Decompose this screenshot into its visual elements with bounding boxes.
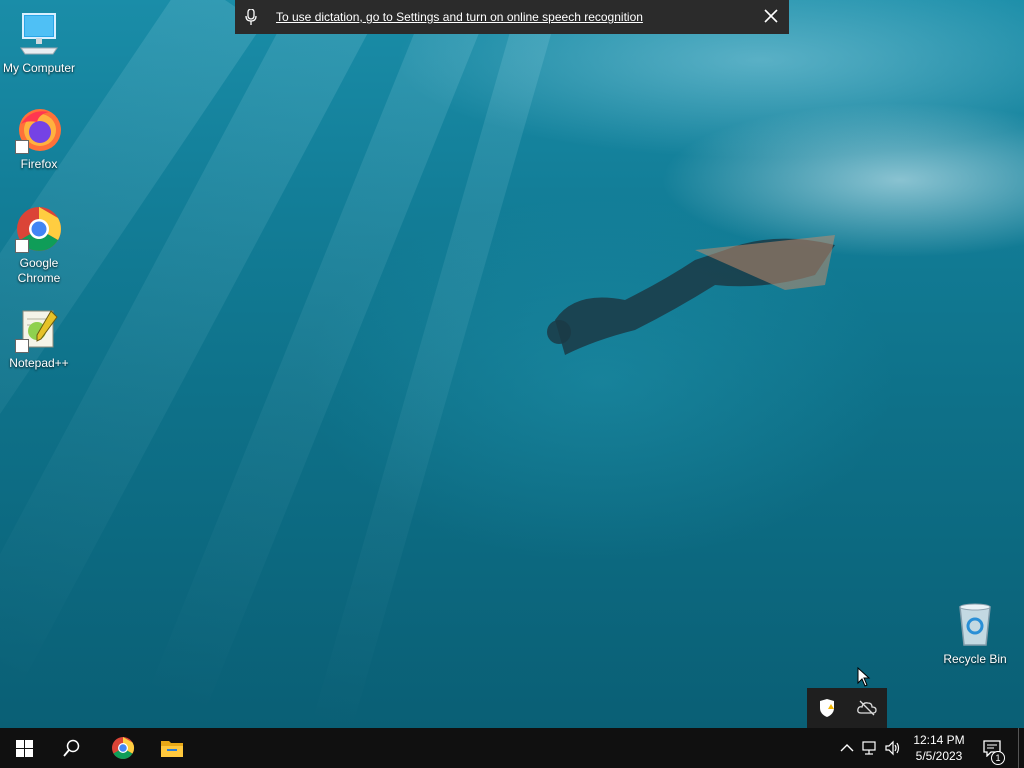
taskbar-edge-divider[interactable] — [1018, 728, 1019, 768]
taskbar-file-explorer-button[interactable] — [148, 728, 196, 768]
search-button[interactable] — [48, 728, 96, 768]
show-hidden-icons-chevron-up-icon[interactable] — [839, 740, 855, 756]
recycle-bin-icon — [951, 601, 999, 649]
taskbar-chrome-button[interactable] — [99, 728, 147, 768]
desktop-icon-label: Google Chrome — [17, 256, 61, 285]
mouse-cursor-icon — [857, 667, 871, 687]
desktop-icon-my-computer[interactable]: My Computer — [1, 10, 77, 76]
clock-date: 5/5/2023 — [915, 749, 963, 763]
desktop-icon-label: Notepad++ — [9, 356, 69, 370]
close-icon[interactable] — [763, 8, 779, 24]
diver-image — [547, 235, 835, 355]
desktop-icon-notepad-plus-plus[interactable]: Notepad++ — [1, 305, 77, 371]
desktop-icon-label: My Computer — [2, 61, 76, 75]
computer-icon — [15, 10, 63, 58]
microphone-icon — [245, 8, 257, 28]
dictation-settings-link[interactable]: To use dictation, go to Settings and tur… — [276, 10, 643, 24]
chrome-icon — [15, 205, 63, 253]
shortcut-arrow-icon — [15, 339, 29, 353]
volume-icon[interactable] — [885, 740, 901, 756]
notification-count-badge: 1 — [991, 751, 1005, 765]
dictation-notification-bar: To use dictation, go to Settings and tur… — [235, 0, 789, 34]
file-explorer-icon — [161, 741, 183, 757]
shortcut-arrow-icon — [15, 239, 29, 253]
onedrive-offline-icon[interactable] — [857, 698, 877, 718]
clock-time: 12:14 PM — [913, 733, 965, 747]
desktop-icon-label: Firefox — [20, 157, 58, 171]
shortcut-arrow-icon — [15, 140, 29, 154]
desktop-icon-label: Recycle Bin — [943, 652, 1007, 666]
desktop-icon-recycle-bin[interactable]: Recycle Bin — [937, 601, 1013, 667]
search-icon — [63, 739, 80, 757]
desktop-wallpaper: My Computer Firefox Google Chrome Notepa… — [0, 0, 1024, 728]
desktop-icon-firefox[interactable]: Firefox — [1, 106, 77, 172]
windows-security-warning-icon[interactable] — [817, 698, 837, 718]
start-button[interactable] — [0, 728, 48, 768]
network-icon[interactable] — [862, 740, 878, 756]
notepad-plus-plus-icon — [15, 305, 63, 353]
taskbar: 12:14 PM 5/5/2023 — [0, 728, 1024, 768]
windows-logo-icon — [15, 739, 33, 757]
tray-overflow-flyout — [807, 688, 887, 728]
firefox-icon — [15, 106, 63, 154]
taskbar-clock[interactable]: 12:14 PM 5/5/2023 — [908, 732, 970, 764]
desktop-icon-google-chrome[interactable]: Google Chrome — [1, 205, 77, 286]
chrome-icon — [112, 737, 134, 759]
